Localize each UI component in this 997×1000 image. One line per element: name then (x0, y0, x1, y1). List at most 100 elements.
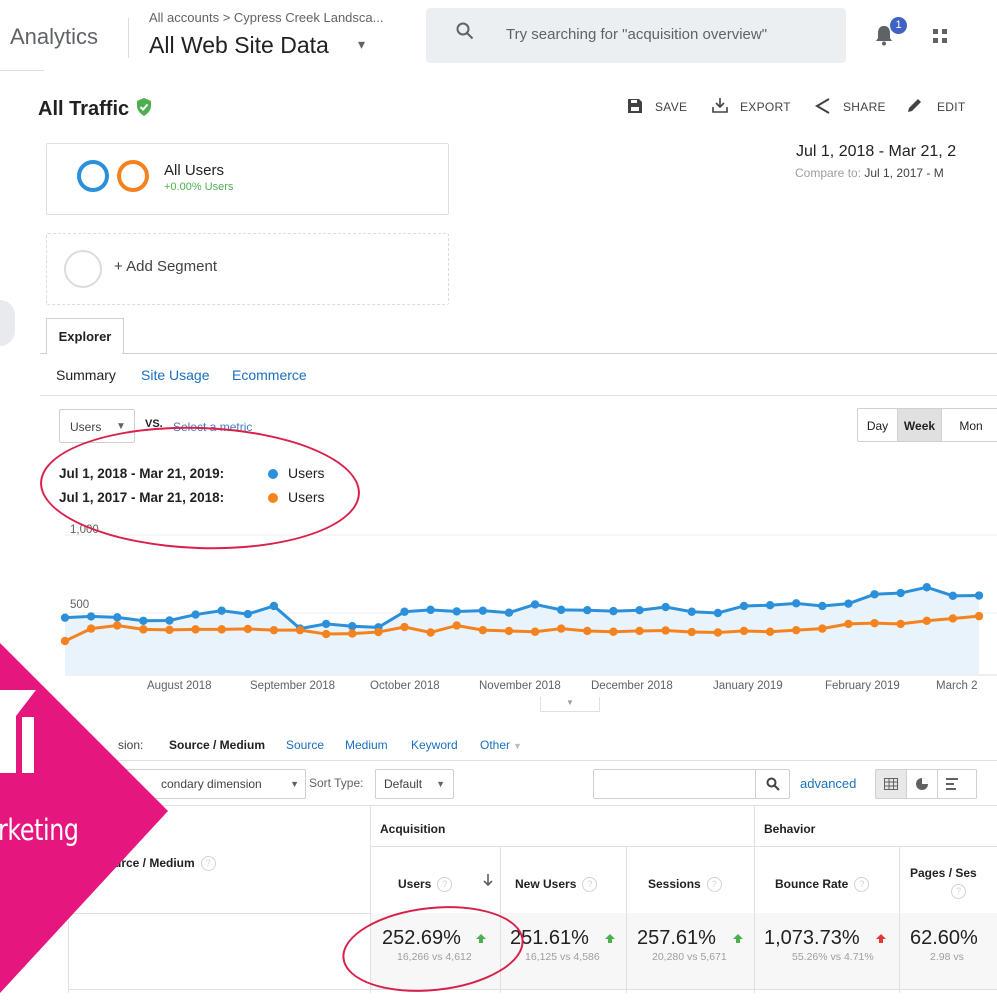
data-point[interactable] (60, 636, 70, 646)
data-point[interactable] (139, 616, 148, 625)
secondary-dimension-label: condary dimension (161, 777, 262, 791)
data-point[interactable] (974, 591, 984, 600)
data-point[interactable] (609, 627, 618, 636)
column-header-pages-session[interactable]: Pages / Ses (910, 866, 977, 880)
pie-view-button[interactable] (907, 770, 938, 798)
other-caret-icon[interactable]: ▼ (513, 741, 522, 751)
data-point[interactable] (948, 614, 958, 623)
data-point[interactable] (948, 591, 958, 601)
data-point[interactable] (922, 616, 931, 625)
data-point[interactable] (739, 601, 749, 611)
help-icon[interactable]: ? (951, 884, 966, 899)
data-point[interactable] (530, 627, 540, 636)
data-point[interactable] (818, 624, 827, 633)
data-point[interactable] (661, 626, 670, 635)
data-point[interactable] (217, 625, 226, 634)
data-point[interactable] (844, 599, 853, 608)
data-point[interactable] (635, 626, 644, 636)
dimension-other-link[interactable]: Other (480, 738, 510, 752)
sort-descending-arrow-icon[interactable] (483, 873, 493, 887)
dimension-source-link[interactable]: Source (286, 738, 324, 752)
data-point[interactable] (713, 628, 723, 637)
data-point[interactable] (765, 627, 775, 636)
data-point[interactable] (113, 613, 122, 622)
help-icon[interactable]: ? (854, 877, 870, 893)
data-point[interactable] (400, 607, 409, 616)
data-point[interactable] (269, 601, 279, 611)
data-point[interactable] (60, 613, 70, 622)
chart-collapse-handle[interactable]: ▼ (540, 697, 600, 712)
data-point[interactable] (426, 628, 435, 637)
data-point[interactable] (556, 605, 566, 615)
data-point[interactable] (348, 622, 357, 631)
data-point[interactable] (687, 627, 696, 637)
data-point[interactable] (191, 625, 200, 634)
data-point[interactable] (583, 626, 592, 636)
data-point[interactable] (86, 612, 96, 621)
primary-dimension-active[interactable]: Source / Medium (169, 738, 265, 752)
data-point[interactable] (635, 605, 644, 615)
column-header-source-medium[interactable]: urce / Medium? (114, 856, 216, 872)
data-point[interactable] (792, 599, 801, 608)
dropdown-caret-icon: ▼ (290, 779, 299, 789)
dimension-medium-link[interactable]: Medium (345, 738, 388, 752)
data-point[interactable] (400, 622, 409, 632)
column-header-bounce-rate[interactable]: Bounce Rate? (775, 877, 870, 893)
data-point[interactable] (896, 619, 905, 629)
data-point[interactable] (165, 625, 174, 635)
data-point[interactable] (870, 618, 879, 628)
data-point[interactable] (504, 608, 514, 617)
data-point[interactable] (661, 602, 670, 612)
data-point[interactable] (478, 606, 488, 615)
help-icon[interactable]: ? (706, 877, 722, 893)
data-point[interactable] (295, 625, 305, 635)
data-point[interactable] (165, 616, 174, 625)
data-point[interactable] (609, 606, 618, 616)
data-point[interactable] (556, 624, 566, 633)
data-point[interactable] (896, 588, 905, 598)
data-point[interactable] (765, 601, 775, 610)
data-point[interactable] (504, 626, 514, 636)
help-icon[interactable]: ? (582, 877, 598, 893)
data-point[interactable] (478, 625, 488, 635)
help-icon[interactable]: ? (200, 856, 216, 872)
data-point[interactable] (321, 619, 331, 629)
sort-type-dropdown[interactable]: Default ▼ (375, 769, 454, 799)
data-point[interactable] (687, 607, 696, 616)
secondary-dimension-dropdown[interactable]: condary dimension ▼ (120, 769, 306, 799)
filter-search-button[interactable] (755, 769, 791, 799)
data-point[interactable] (243, 624, 252, 634)
table-view-button[interactable] (876, 770, 907, 798)
data-point[interactable] (139, 625, 148, 634)
data-point[interactable] (426, 605, 435, 615)
data-point[interactable] (86, 624, 96, 633)
bar-view-button[interactable] (938, 770, 968, 798)
data-point[interactable] (530, 600, 540, 609)
data-point[interactable] (374, 627, 383, 637)
data-point[interactable] (818, 601, 827, 611)
data-point[interactable] (191, 610, 200, 619)
data-point[interactable] (269, 625, 279, 635)
data-point[interactable] (452, 621, 461, 630)
data-point[interactable] (922, 583, 931, 592)
data-point[interactable] (713, 608, 723, 618)
data-point[interactable] (739, 626, 749, 636)
data-point[interactable] (321, 629, 331, 639)
data-point[interactable] (113, 621, 122, 630)
data-point[interactable] (452, 607, 461, 616)
data-point[interactable] (974, 611, 984, 621)
help-icon[interactable]: ? (437, 877, 453, 893)
data-point[interactable] (792, 625, 801, 635)
data-point[interactable] (217, 606, 226, 615)
data-point[interactable] (844, 619, 853, 629)
data-point[interactable] (243, 609, 252, 619)
column-header-sessions[interactable]: Sessions? (648, 877, 722, 893)
advanced-filter-link[interactable]: advanced (800, 776, 856, 791)
bar-list-icon (946, 778, 958, 790)
column-header-users[interactable]: Users? (398, 877, 453, 893)
data-point[interactable] (348, 629, 357, 638)
data-point[interactable] (583, 605, 592, 615)
dimension-keyword-link[interactable]: Keyword (411, 738, 458, 752)
data-point[interactable] (870, 590, 879, 599)
column-header-new-users[interactable]: New Users? (515, 877, 598, 893)
